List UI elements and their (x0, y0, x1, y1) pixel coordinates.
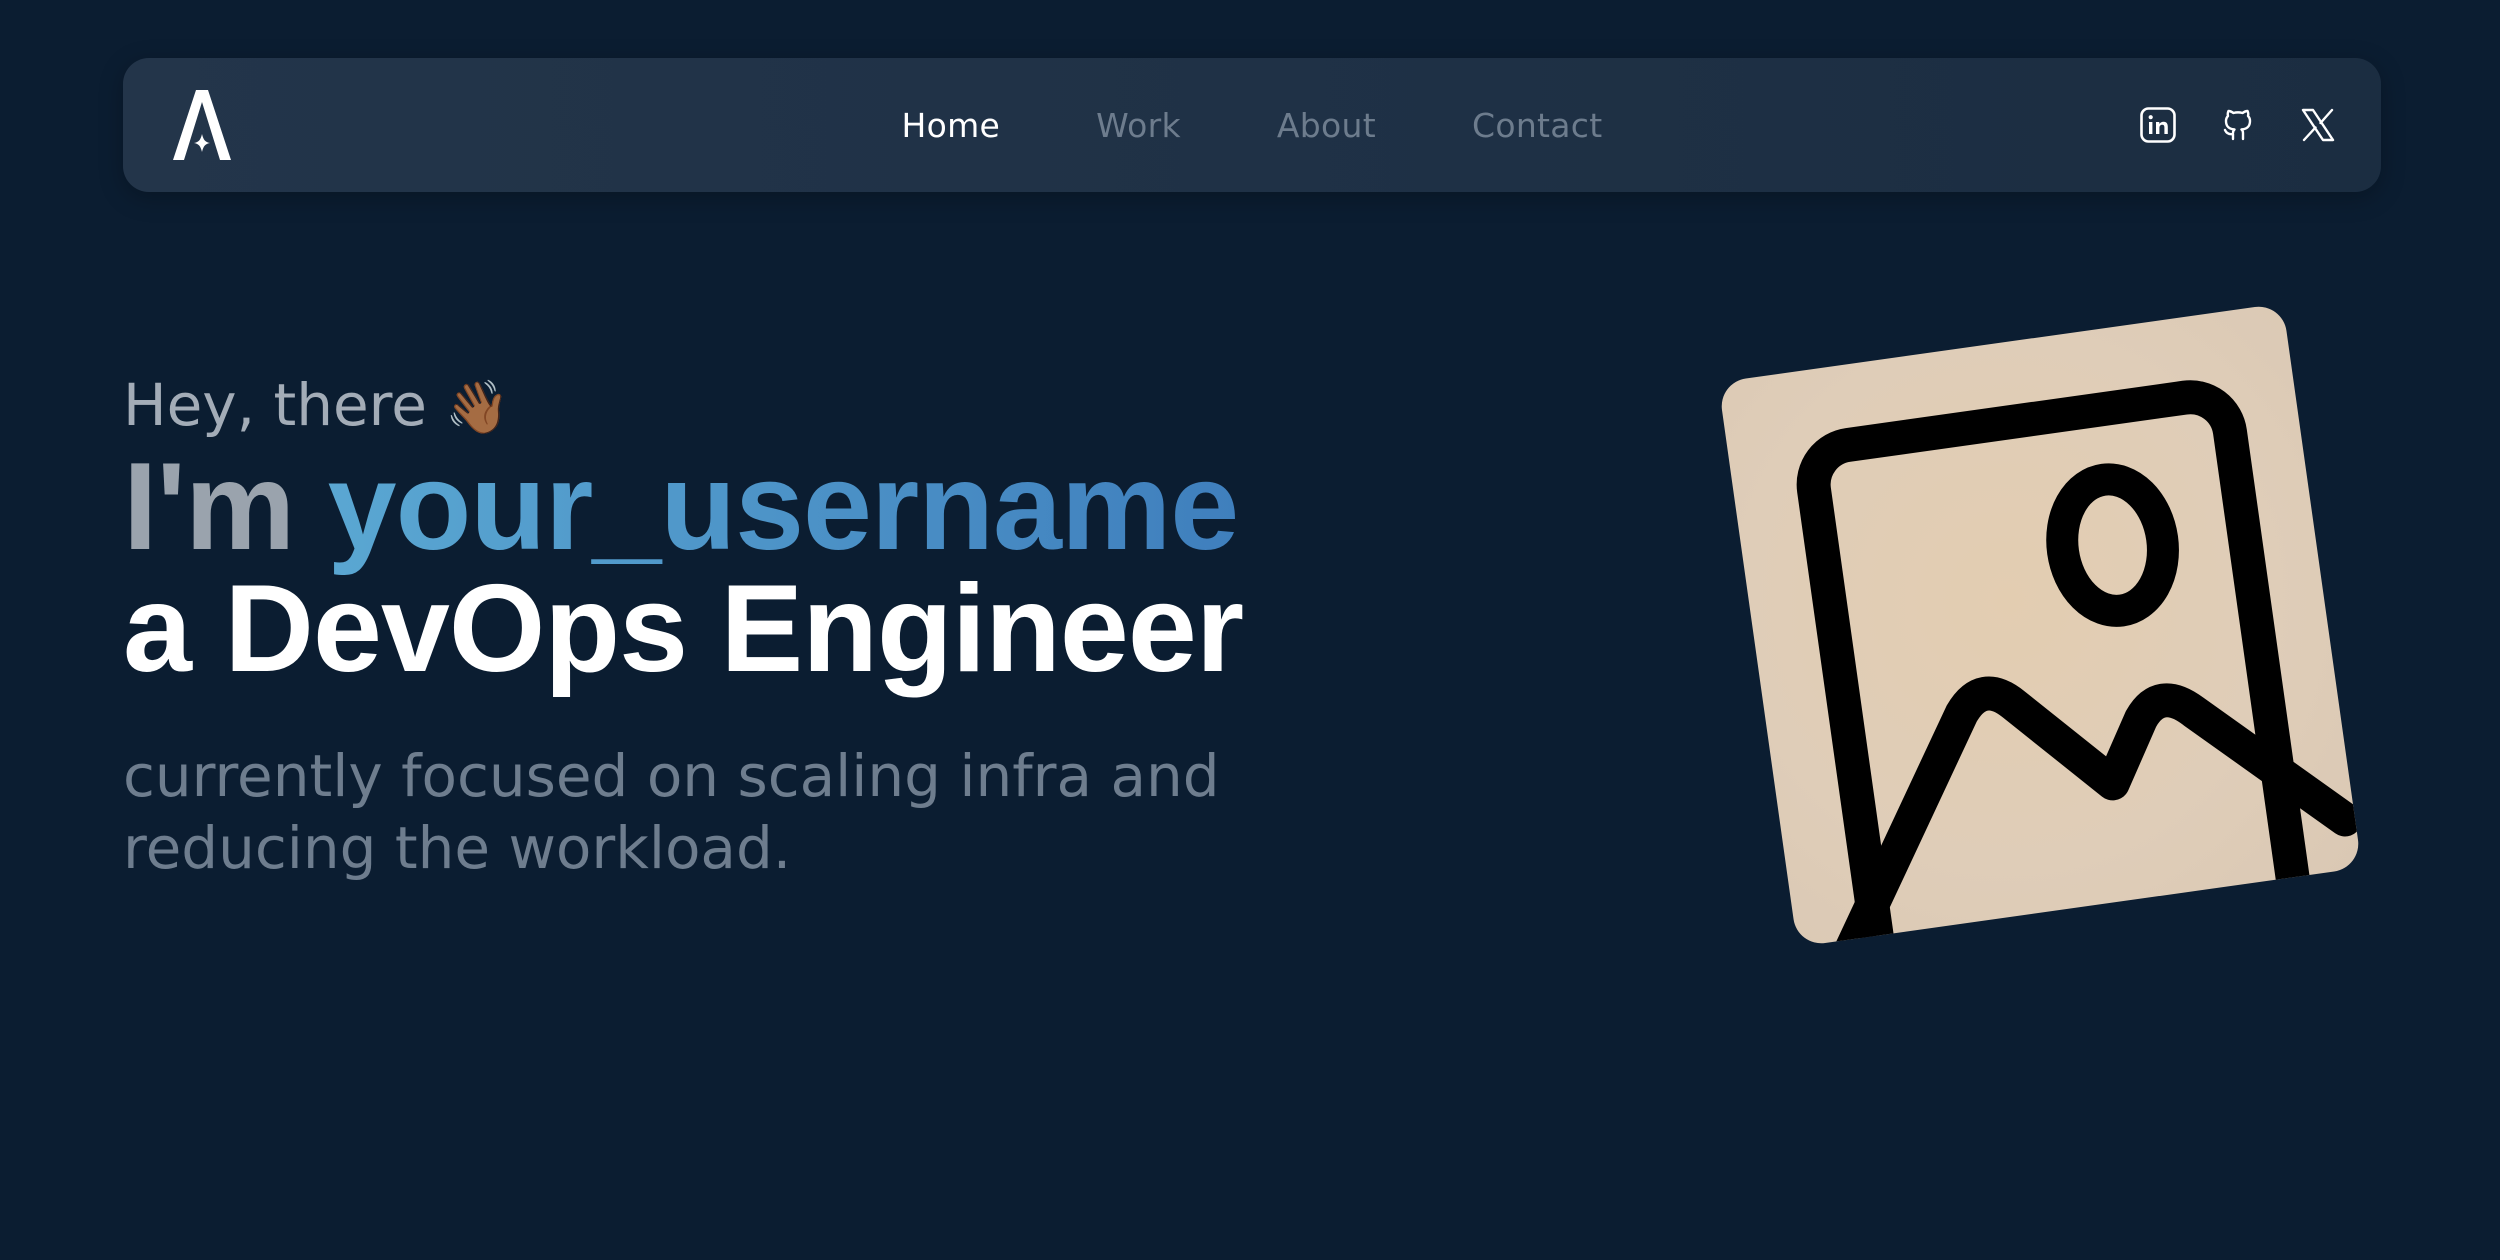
nav-work[interactable]: Work (1048, 106, 1229, 145)
tagline: currently focused on scaling infra and r… (123, 742, 1220, 882)
social-links (2139, 58, 2337, 192)
image-placeholder-icon (1796, 380, 2362, 947)
greeting-text: Hey, there (123, 371, 427, 439)
headline-prefix: I'm (123, 438, 295, 576)
github-icon[interactable] (2219, 106, 2257, 144)
profile-image-placeholder (1718, 303, 2362, 947)
nav-about[interactable]: About (1229, 106, 1424, 145)
headline: I'm your_username a DevOps Engineer (123, 445, 1523, 698)
nav-home[interactable]: Home (854, 106, 1049, 145)
linkedin-icon[interactable] (2139, 106, 2177, 144)
waving-hand-icon: 👋🏾 (445, 378, 511, 438)
nav-contact[interactable]: Contact (1424, 106, 1651, 145)
navbar: Home Work About Contact (123, 58, 2381, 192)
greeting: Hey, there 👋🏾 (123, 370, 1523, 440)
headline-role: a DevOps Engineer (123, 560, 1244, 698)
x-twitter-icon[interactable] (2299, 106, 2337, 144)
hero-section: Hey, there 👋🏾 I'm your_username a DevOps… (123, 370, 1523, 884)
nav-links: Home Work About Contact (123, 58, 2381, 192)
headline-username: your_username (327, 438, 1240, 576)
